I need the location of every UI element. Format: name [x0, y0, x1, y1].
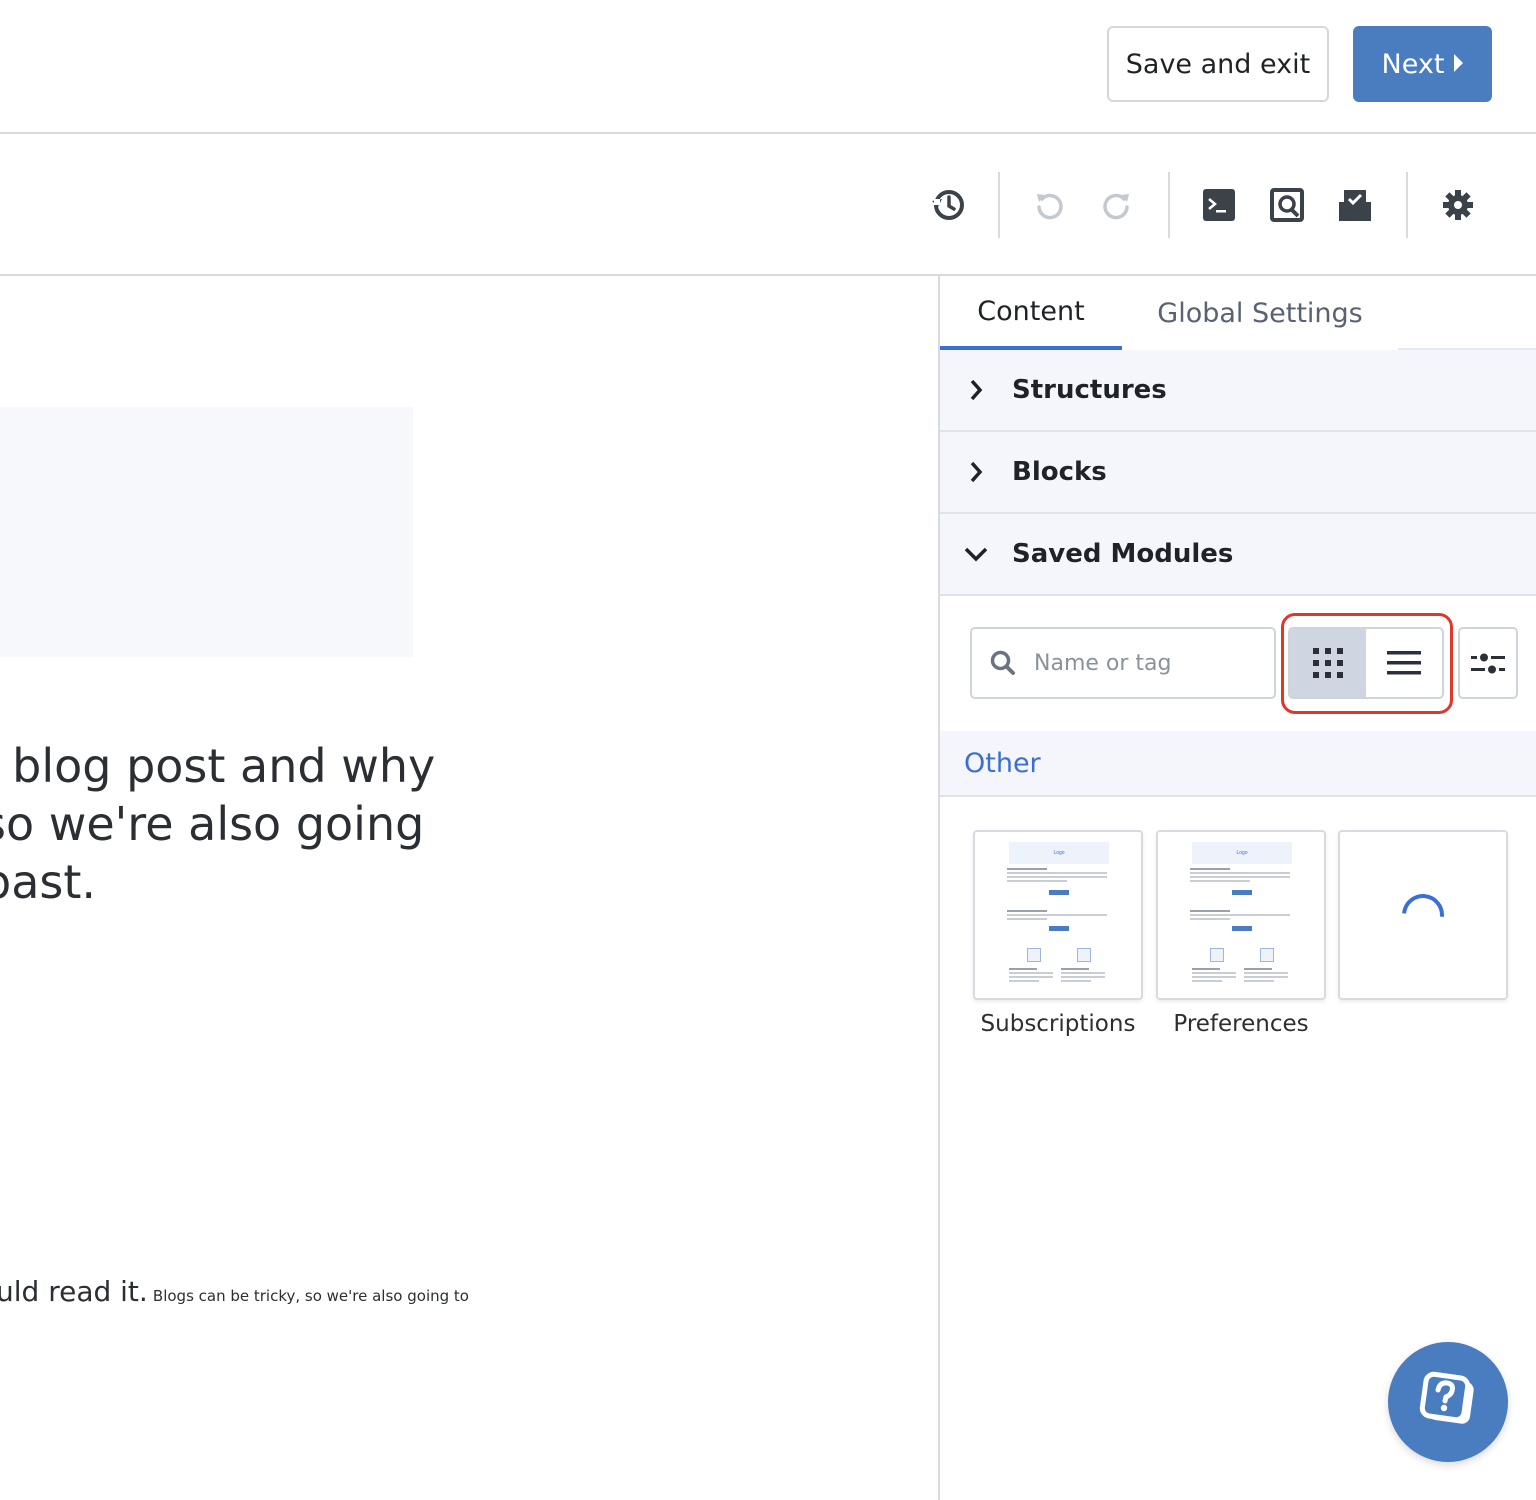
section-blocks[interactable]: Blocks — [940, 432, 1536, 514]
canvas-paragraph[interactable]: uld read it. Blogs can be tricky, so we'… — [0, 1275, 469, 1308]
chevron-right-icon — [940, 460, 1012, 484]
section-saved-modules[interactable]: Saved Modules — [940, 514, 1536, 596]
tab-global-settings[interactable]: Global Settings — [1122, 276, 1398, 350]
top-bar: Save and exit Next — [0, 0, 1536, 134]
code-icon[interactable] — [1198, 184, 1240, 226]
next-button[interactable]: Next — [1353, 26, 1492, 102]
list-icon — [1387, 651, 1421, 675]
gear-icon[interactable] — [1437, 184, 1479, 226]
module-thumbnail: Logo — [975, 832, 1141, 998]
thumbnail-logo: Logo — [1009, 842, 1109, 864]
panel-tabs: Content Global Settings — [940, 276, 1536, 350]
toolbar-divider — [1406, 172, 1408, 238]
section-label: Blocks — [1012, 457, 1107, 487]
module-card-label: Subscriptions — [980, 1011, 1136, 1037]
group-header: Other — [940, 731, 1536, 797]
image-placeholder-block[interactable] — [0, 407, 413, 657]
section-label: Structures — [1012, 375, 1167, 405]
canvas-paragraph-large: uld read it. — [0, 1275, 148, 1308]
redo-icon[interactable] — [1096, 184, 1138, 226]
module-card-label: Preferences — [1173, 1011, 1309, 1037]
toolbar-divider — [998, 172, 1000, 238]
undo-icon[interactable] — [1028, 184, 1070, 226]
help-button[interactable] — [1388, 1342, 1508, 1462]
section-label: Saved Modules — [1012, 539, 1234, 569]
tab-content[interactable]: Content — [940, 276, 1122, 350]
canvas-paragraph-small: Blogs can be tricky, so we're also going… — [152, 1287, 469, 1305]
list-view-button[interactable] — [1366, 629, 1442, 697]
history-icon[interactable] — [927, 184, 969, 226]
view-toggle — [1288, 627, 1444, 699]
grid-icon — [1313, 648, 1343, 678]
search-icon — [972, 650, 1034, 676]
search-input[interactable] — [1034, 650, 1264, 676]
module-card[interactable]: Logo — [1156, 830, 1326, 1000]
section-structures[interactable]: Structures — [940, 350, 1536, 432]
canvas-body-text[interactable]: / blog post and why so we're also going … — [0, 737, 435, 911]
grid-view-button[interactable] — [1290, 629, 1366, 697]
chevron-down-icon — [940, 544, 1012, 564]
caret-right-icon — [1454, 54, 1464, 72]
preview-icon[interactable] — [1266, 184, 1308, 226]
module-card[interactable]: Logo — [973, 830, 1143, 1000]
module-thumbnail: Logo — [1158, 832, 1324, 998]
filter-button[interactable] — [1458, 627, 1518, 699]
toolbar-divider — [1168, 172, 1170, 238]
save-and-exit-button[interactable]: Save and exit — [1107, 26, 1329, 102]
test-email-icon[interactable] — [1334, 184, 1376, 226]
thumbnail-logo: Logo — [1192, 842, 1292, 864]
chevron-right-icon — [940, 378, 1012, 402]
help-icon — [1419, 1371, 1474, 1424]
module-search — [970, 627, 1276, 699]
next-button-label: Next — [1381, 48, 1445, 80]
sliders-icon — [1471, 653, 1505, 674]
